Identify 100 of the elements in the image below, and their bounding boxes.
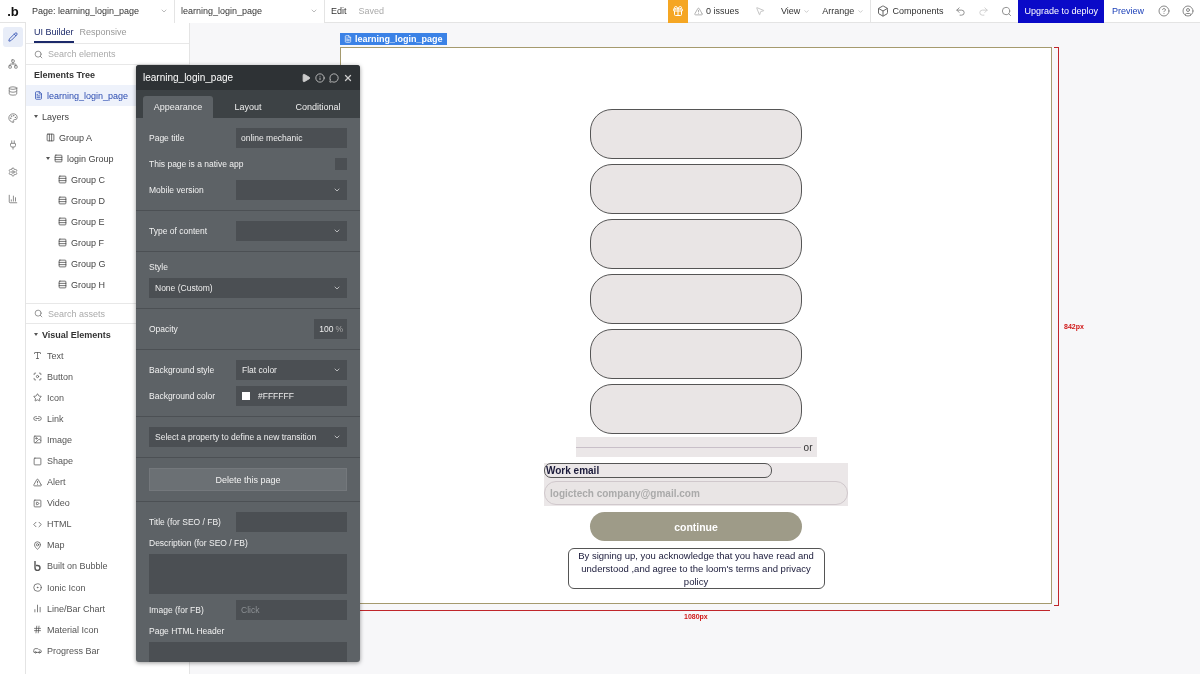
section-title: Elements Tree: [34, 69, 96, 82]
gift-button[interactable]: [667, 0, 688, 23]
rows-icon: [58, 196, 67, 205]
field-label: This page is a native app: [149, 159, 244, 169]
element-item[interactable]: Progress Bar: [26, 640, 189, 662]
logo[interactable]: .b: [0, 3, 26, 19]
bar-chart-icon: [33, 604, 42, 614]
link-icon: [33, 414, 42, 424]
panel-title: learning_login_page: [143, 72, 235, 83]
element-item[interactable]: Video: [26, 492, 189, 514]
gift-icon: [671, 5, 684, 17]
element-item[interactable]: Text: [26, 345, 189, 367]
or-text: or: [803, 441, 813, 453]
components-button[interactable]: Components: [870, 0, 950, 23]
map-pin-icon: [33, 540, 42, 550]
help-icon[interactable]: [1158, 5, 1170, 17]
panel-tab[interactable]: Appearance: [143, 96, 213, 118]
search-icon: [34, 309, 43, 318]
chevron-icon: [333, 227, 341, 235]
undo-icon[interactable]: [955, 5, 967, 17]
element-item[interactable]: Built on Bubble: [26, 555, 189, 578]
delete-page-button[interactable]: Delete this page: [149, 468, 347, 491]
page-icon: [344, 35, 352, 43]
upgrade-button[interactable]: Upgrade to deploy: [1018, 0, 1104, 23]
field-label: Page title: [149, 133, 185, 143]
page-selector[interactable]: Page: learning_login_page: [26, 0, 175, 23]
b-icon: [33, 561, 42, 572]
dropdown[interactable]: Flat color: [236, 360, 347, 380]
edit-menu[interactable]: Edit: [325, 0, 353, 23]
cursor-icon[interactable]: [755, 6, 765, 16]
bar-chart-icon: [7, 194, 18, 204]
dot-circle-icon: [33, 583, 42, 593]
play-icon[interactable]: [301, 72, 311, 83]
panel-tab[interactable]: Layout: [213, 96, 283, 118]
chevron-icon: [310, 7, 318, 15]
number-field[interactable]: 100 %: [314, 319, 347, 339]
cube-icon: [877, 5, 890, 17]
issues-button[interactable]: 0 issues: [687, 0, 745, 23]
page-icon: [34, 91, 43, 100]
field-label: Mobile version: [149, 185, 204, 195]
settings-icon: [7, 167, 18, 177]
network-icon: [7, 59, 18, 69]
caret-icon[interactable]: [46, 157, 50, 160]
element-selector[interactable]: learning_login_page: [175, 0, 325, 23]
field-label: Opacity: [149, 324, 178, 334]
field-label: Description (for SEO / FB): [149, 538, 248, 548]
user-icon[interactable]: [1182, 5, 1194, 17]
caret-icon[interactable]: [34, 333, 38, 336]
chevron-icon: [333, 284, 341, 292]
close-icon[interactable]: [343, 72, 353, 83]
frame-label[interactable]: learning_login_page: [340, 33, 447, 45]
rows-icon: [58, 259, 67, 268]
search-field[interactable]: Search elements: [48, 49, 168, 59]
redo-icon[interactable]: [978, 5, 990, 17]
search-field[interactable]: Search assets: [48, 308, 168, 319]
element-item[interactable]: Ionic Icon: [26, 577, 189, 599]
chevron-icon: [803, 7, 811, 15]
field-label: Style: [149, 262, 168, 272]
plug-icon: [7, 140, 18, 150]
warning-icon: [693, 6, 703, 16]
input-field[interactable]: Click: [236, 600, 347, 620]
square-icon: [33, 456, 42, 466]
code-icon: [33, 519, 42, 529]
sidebar-tab[interactable]: [2, 27, 23, 47]
rows-icon: [58, 238, 67, 247]
hash-icon: [33, 625, 42, 635]
database-icon: [7, 86, 18, 96]
type-icon: [33, 351, 42, 361]
chevron-icon: [333, 433, 341, 441]
search-icon[interactable]: [1001, 5, 1013, 17]
field-label: Background color: [149, 391, 216, 401]
chevron-icon: [333, 186, 341, 194]
rows-icon: [58, 175, 67, 184]
pencil-icon: [7, 32, 18, 42]
caret-icon[interactable]: [34, 115, 38, 118]
panel-tab[interactable]: Conditional: [283, 96, 353, 118]
input-field[interactable]: online mechanic: [236, 128, 347, 148]
focus-icon: [33, 372, 42, 382]
comment-icon[interactable]: [329, 72, 339, 83]
sidebar-tab[interactable]: UI Builder: [34, 27, 74, 43]
field-label: Title (for SEO / FB): [149, 517, 221, 527]
arrange-menu[interactable]: Arrange: [816, 0, 871, 23]
chevron-icon: [857, 7, 865, 15]
car-icon: [33, 646, 42, 656]
rows-icon: [58, 217, 67, 226]
info-icon[interactable]: [315, 72, 325, 83]
view-menu[interactable]: View: [775, 0, 817, 23]
dropdown[interactable]: None (Custom): [149, 278, 347, 298]
chevron-icon: [333, 366, 341, 374]
image-icon: [33, 435, 42, 445]
preview-link[interactable]: Preview: [1104, 6, 1152, 16]
field-label: Type of content: [149, 226, 208, 236]
columns-icon: [46, 133, 55, 142]
color-field[interactable]: #FFFFFF: [236, 386, 347, 406]
star-icon: [33, 393, 42, 403]
warning-icon: [33, 477, 42, 487]
field-label: Image (for FB): [149, 605, 204, 615]
dropdown[interactable]: Select a property to define a new transition: [149, 427, 347, 447]
email-field[interactable]: logictech company@gmail.com: [544, 481, 848, 505]
element-item[interactable]: Link: [26, 408, 189, 430]
